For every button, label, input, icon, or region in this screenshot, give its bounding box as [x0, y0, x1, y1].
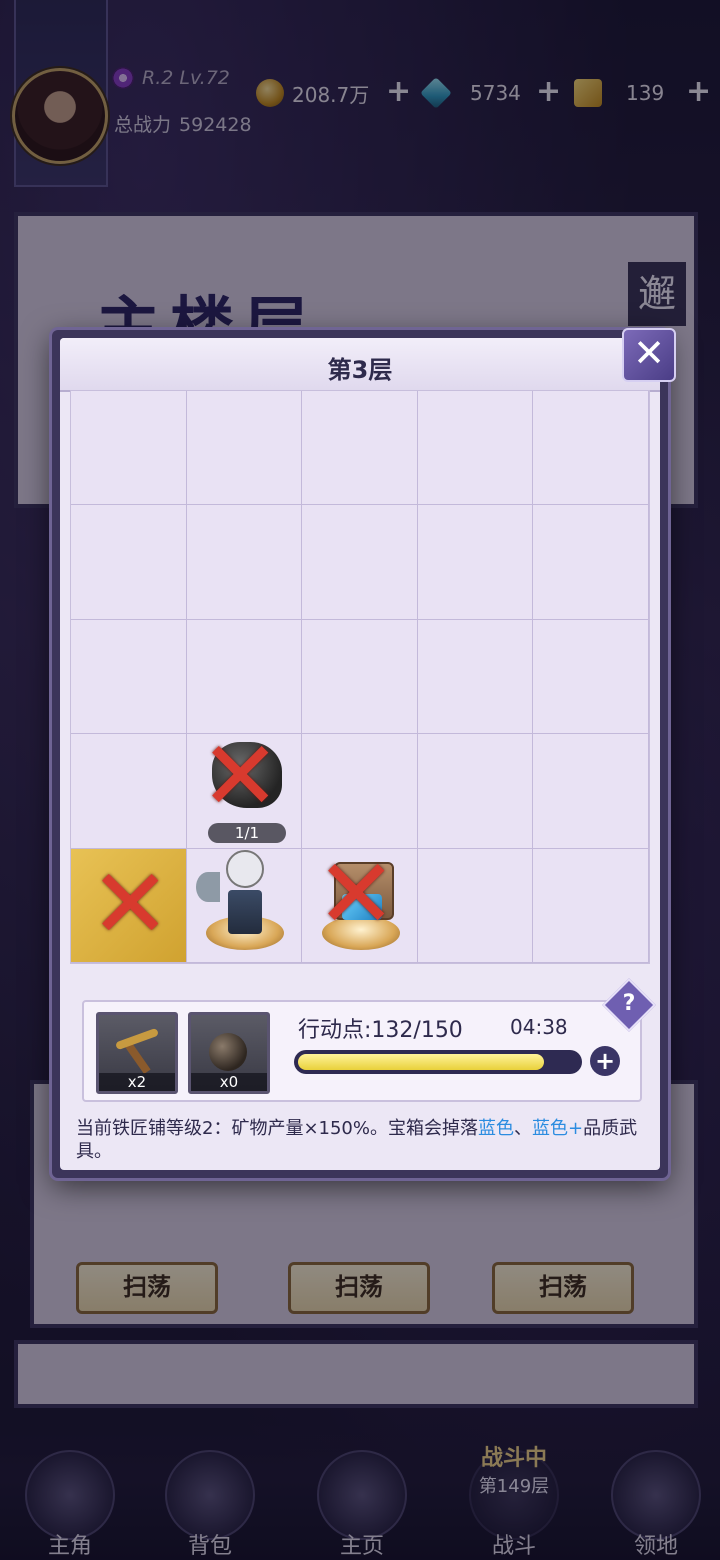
grid-cell[interactable]	[533, 848, 649, 963]
grid-cell[interactable]	[417, 505, 534, 620]
ore-count-badge: 1/1	[208, 823, 286, 843]
modal-header: 第3层	[60, 338, 660, 392]
close-button[interactable]: ✕	[622, 328, 676, 382]
desc-sep: 、	[514, 1118, 532, 1139]
desc-blue-plus-quality: 蓝色+	[532, 1118, 584, 1139]
grid-cell[interactable]	[71, 391, 187, 506]
grid-cell[interactable]	[302, 734, 418, 849]
item-slot-pickaxe[interactable]: x2	[96, 1012, 178, 1094]
bomb-qty: x0	[191, 1073, 267, 1091]
add-action-points-button[interactable]: +	[590, 1046, 620, 1076]
blacksmith-description: 当前铁匠铺等级2：矿物产量×150%。宝箱会掉落蓝色、蓝色+品质武具。	[76, 1117, 646, 1163]
action-points-label: 行动点:132/150	[298, 1018, 463, 1043]
grid-cell[interactable]	[533, 619, 649, 735]
refill-timer: 04:38	[510, 1015, 568, 1039]
hero-head	[226, 850, 264, 888]
grid-cell[interactable]	[71, 619, 187, 735]
bomb-icon	[209, 1033, 247, 1071]
grid-cell[interactable]	[417, 848, 534, 963]
pickaxe-icon	[111, 1027, 160, 1075]
hero-body	[228, 890, 262, 934]
action-points-fill	[298, 1054, 545, 1070]
grid-cell[interactable]	[417, 391, 534, 506]
pickaxe-qty: x2	[99, 1073, 175, 1091]
grid-cell[interactable]	[71, 505, 187, 620]
grid-cell[interactable]	[533, 391, 649, 506]
grid-cell[interactable]	[302, 391, 418, 506]
grid-cell[interactable]	[533, 505, 649, 620]
grid-cell[interactable]	[302, 619, 418, 735]
grid-cell[interactable]	[71, 734, 187, 849]
desc-blue-quality: 蓝色	[478, 1118, 514, 1139]
cleared-x-icon: ✕	[200, 720, 281, 832]
grid-cell[interactable]	[186, 505, 303, 620]
grid-cell[interactable]	[186, 391, 303, 506]
modal-title: 第3层	[327, 356, 393, 384]
grid-cell[interactable]	[533, 734, 649, 849]
cleared-x-icon: ✕	[316, 838, 397, 950]
grid-cell[interactable]	[302, 505, 418, 620]
desc-prefix: 当前铁匠铺等级2：矿物产量×150%。宝箱会掉落	[76, 1118, 478, 1139]
axe-icon	[196, 872, 220, 902]
grid-cell[interactable]	[186, 619, 303, 735]
grid-cell[interactable]	[417, 619, 534, 735]
grid-cell[interactable]	[417, 734, 534, 849]
player-hero-icon	[222, 850, 268, 934]
cleared-x-icon: ✕	[90, 848, 171, 960]
item-slot-bomb[interactable]: x0	[188, 1012, 270, 1094]
help-icon[interactable]: ?	[610, 986, 648, 1022]
action-points-bar	[294, 1050, 582, 1074]
